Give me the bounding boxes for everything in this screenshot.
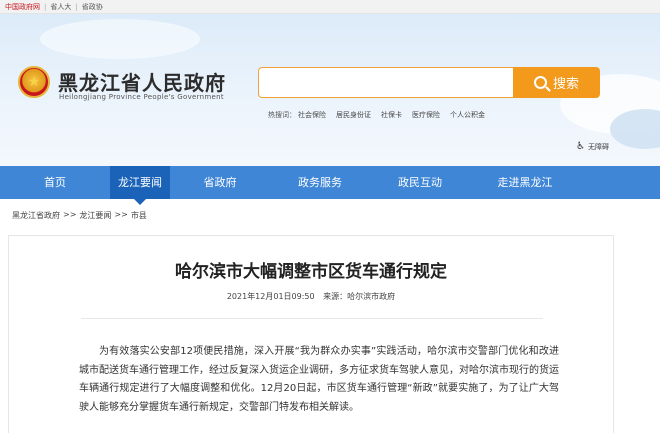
main-nav: 首页 龙江要闻 省政府 政务服务 政民互动 走进黑龙江	[0, 166, 660, 205]
hot-keyword[interactable]: 个人公积金	[450, 110, 485, 120]
hot-keyword[interactable]: 医疗保险	[412, 110, 440, 120]
top-link-separator: |	[75, 3, 78, 11]
search-input[interactable]	[258, 67, 514, 98]
article-title: 哈尔滨市大幅调整市区货车通行规定	[175, 262, 447, 282]
hot-keywords-label: 热搜词：	[268, 111, 296, 119]
wheelchair-icon: ♿	[576, 141, 585, 152]
hot-keyword[interactable]: 居民身份证	[336, 110, 371, 120]
breadcrumb-separator: >>	[63, 210, 77, 219]
top-link-npc[interactable]: 省人大	[50, 0, 71, 14]
accessibility-link[interactable]: ♿ 无障碍	[576, 141, 609, 152]
top-link-separator: |	[44, 3, 47, 11]
accessibility-label: 无障碍	[587, 142, 609, 151]
article-source: 来源：哈尔滨市政府	[323, 292, 396, 301]
breadcrumb: 黑龙江省政府 >> 龙江要闻 >> 市县	[12, 210, 147, 221]
national-emblem-icon: ★	[18, 66, 50, 98]
breadcrumb-item[interactable]: 市县	[131, 210, 147, 221]
search-button[interactable]: 搜索	[513, 67, 600, 98]
breadcrumb-item[interactable]: 龙江要闻	[79, 210, 111, 221]
hot-keywords: 热搜词： 社会保险 居民身份证 社保卡 医疗保险 个人公积金	[268, 110, 485, 120]
hot-keyword[interactable]: 社会保险	[298, 110, 326, 120]
search-button-label: 搜索	[552, 77, 579, 92]
nav-item-government[interactable]: 省政府	[170, 166, 270, 199]
top-links: 中国政府网 | 省人大 | 省政协	[5, 0, 103, 14]
nav-item-interaction[interactable]: 政民互动	[370, 166, 470, 199]
breadcrumb-separator: >>	[114, 210, 128, 219]
hot-keyword[interactable]: 社保卡	[381, 110, 402, 120]
decor-cloud	[610, 109, 660, 149]
nav-item-news[interactable]: 龙江要闻	[110, 166, 170, 205]
divider	[81, 318, 543, 319]
article-meta: 2021年12月01日09:50 来源：哈尔滨市政府	[9, 291, 613, 302]
breadcrumb-item[interactable]: 黑龙江省政府	[12, 210, 60, 221]
nav-item-home[interactable]: 首页	[0, 166, 110, 199]
header-banner: ★ 黑龙江省人民政府 Heilongjiang Province People'…	[0, 14, 660, 166]
search-icon	[533, 76, 547, 89]
site-subtitle: Heilongjiang Province People's Governmen…	[59, 93, 224, 101]
article-date: 2021年12月01日09:50	[226, 292, 315, 301]
top-link-gov[interactable]: 中国政府网	[5, 0, 40, 14]
site-title[interactable]: 黑龙江省人民政府	[58, 67, 226, 96]
nav-item-about[interactable]: 走进黑龙江	[470, 166, 580, 199]
decor-cloud	[40, 19, 200, 59]
article-body: 为有效落实公安部12项便民措施，深入开展“我为群众办实事”实践活动，哈尔滨市交警…	[79, 346, 559, 413]
nav-item-services[interactable]: 政务服务	[270, 166, 370, 199]
top-bar: 中国政府网 | 省人大 | 省政协	[0, 0, 660, 14]
top-link-cppcc[interactable]: 省政协	[82, 0, 103, 14]
article-panel: 哈尔滨市大幅调整市区货车通行规定 2021年12月01日09:50 来源：哈尔滨…	[8, 235, 614, 433]
